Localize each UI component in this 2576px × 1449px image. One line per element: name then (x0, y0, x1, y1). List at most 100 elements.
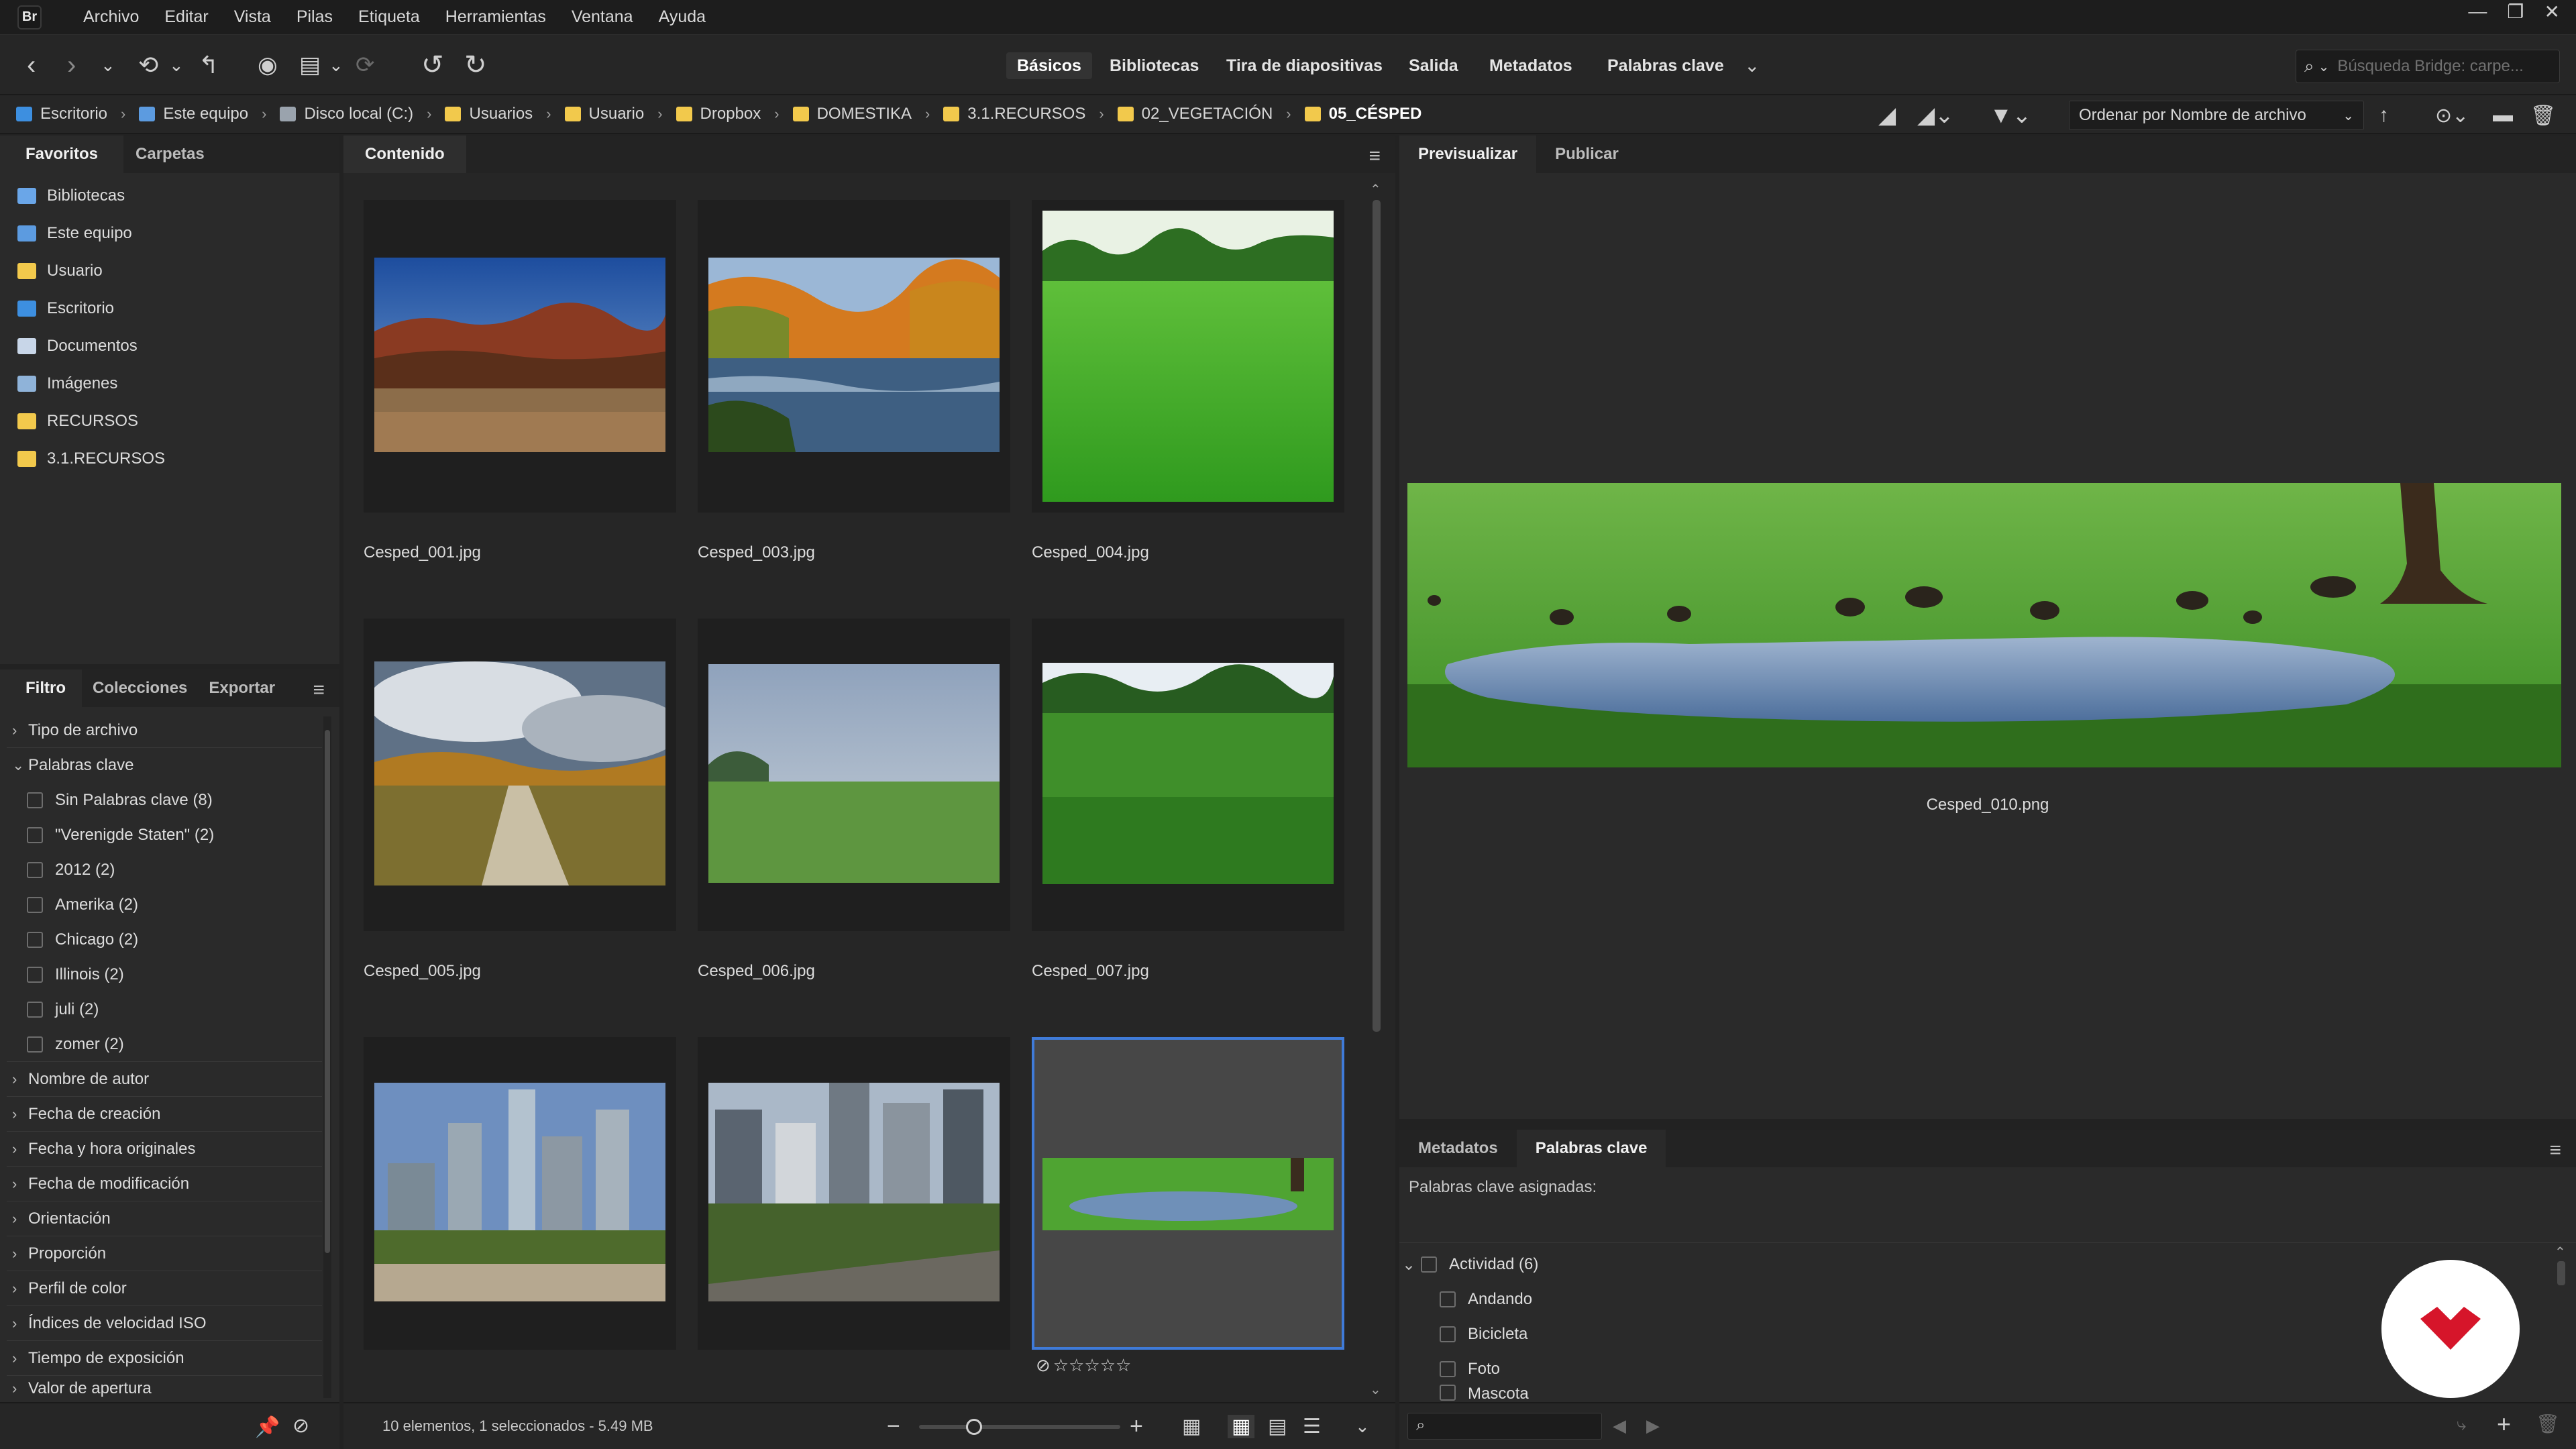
tab-filtro[interactable]: Filtro (0, 669, 82, 707)
grid-lock-icon[interactable]: ▦ (1182, 1415, 1201, 1438)
restore-icon[interactable]: ❐ (2507, 1, 2524, 23)
fav-item-3-1-recursos[interactable]: 3.1.RECURSOS (17, 449, 165, 468)
menu-vista[interactable]: Vista (234, 7, 271, 27)
camera-import-icon[interactable]: ◉ (258, 50, 278, 80)
breadcrumb-cesped[interactable]: 05_CÉSPED (1304, 105, 1421, 123)
thumbnail-card[interactable] (364, 1037, 676, 1350)
thumbnail-card[interactable]: Cesped_003.jpg (698, 200, 1010, 561)
filter-scrollbar[interactable] (323, 716, 331, 1398)
menu-ventana[interactable]: Ventana (572, 7, 633, 27)
thumbnail-card-selected[interactable]: ⊘ ☆☆☆☆☆ (1032, 1037, 1344, 1375)
keyword-group-actividad[interactable]: ⌄ Actividad (6) (1402, 1248, 1538, 1281)
slider-handle[interactable] (966, 1419, 982, 1435)
keyword-filter-item[interactable]: 2012 (2) (27, 853, 115, 887)
view-details-icon[interactable]: ▤ (1268, 1415, 1287, 1438)
chevron-down-icon[interactable]: ⌄ (169, 50, 184, 80)
keyword-item[interactable]: Foto (1440, 1352, 1500, 1386)
checkbox[interactable] (27, 932, 43, 948)
checkbox[interactable] (1440, 1385, 1456, 1401)
scroll-up-icon[interactable]: ⌃ (2555, 1244, 2568, 1260)
keyword-item[interactable]: Andando (1440, 1283, 1532, 1316)
search-input[interactable] (2337, 57, 2539, 76)
rotate-left-icon[interactable]: ↺ (421, 50, 444, 80)
menu-pilas[interactable]: Pilas (297, 7, 333, 27)
breadcrumb-dropbox[interactable]: Dropbox › (676, 105, 793, 123)
tab-colecciones[interactable]: Colecciones (82, 669, 198, 707)
filter-fecha-modificacion[interactable]: › Fecha de modificación (12, 1167, 189, 1201)
rotate-right-icon[interactable]: ↻ (464, 50, 487, 80)
keyword-filter-item[interactable]: "Verenigde Staten" (2) (27, 818, 214, 852)
keyword-filter-item[interactable]: Sin Palabras clave (8) (27, 784, 213, 817)
tab-contenido[interactable]: Contenido (343, 136, 466, 173)
menu-archivo[interactable]: Archivo (83, 7, 139, 27)
menu-ayuda[interactable]: Ayuda (659, 7, 706, 27)
clear-filter-icon[interactable]: ⊘ (292, 1414, 309, 1438)
recent-history-icon[interactable]: ⟲ (138, 50, 158, 80)
add-keyword-icon[interactable]: + (2497, 1410, 2511, 1438)
view-list-icon[interactable]: ☰ (1303, 1415, 1321, 1438)
tab-metadatos[interactable]: Metadatos (1399, 1130, 1517, 1167)
reject-icon[interactable]: ⊘ (1036, 1355, 1051, 1376)
open-recent-icon[interactable]: ⟳ (356, 50, 375, 80)
filter-orientacion[interactable]: › Orientación (12, 1202, 111, 1236)
keyword-filter-item[interactable]: Illinois (2) (27, 958, 124, 991)
breadcrumb-vegetacion[interactable]: 02_VEGETACIÓN › (1117, 105, 1305, 123)
workspace-salida[interactable]: Salida (1398, 52, 1469, 79)
menu-etiqueta[interactable]: Etiqueta (358, 7, 420, 27)
filter-nombre-autor[interactable]: › Nombre de autor (12, 1063, 149, 1096)
zoom-in-icon[interactable]: + (1130, 1413, 1143, 1440)
tab-favoritos[interactable]: Favoritos (0, 136, 124, 173)
scrollbar-thumb[interactable] (2557, 1261, 2565, 1285)
delete-icon[interactable]: 🗑 (2530, 101, 2556, 130)
filter-funnel-icon[interactable]: ▼⌄ (1990, 101, 2031, 130)
delete-keyword-icon[interactable]: 🗑 (2536, 1413, 2560, 1435)
preview-image[interactable] (1407, 483, 2561, 767)
workspace-tira-diapositivas[interactable]: Tira de diapositivas (1216, 52, 1393, 79)
panel-menu-icon[interactable]: ≡ (313, 679, 325, 702)
keyword-filter-item[interactable]: Chicago (2) (27, 923, 138, 957)
tab-palabras-clave[interactable]: Palabras clave (1516, 1130, 1666, 1167)
keyword-item[interactable]: Mascota (1440, 1385, 1529, 1402)
checkbox[interactable] (1440, 1361, 1456, 1377)
pin-icon[interactable]: 📌 (255, 1415, 280, 1439)
breadcrumb-domestika[interactable]: DOMESTIKA › (792, 105, 944, 123)
scrollbar-thumb[interactable] (1373, 200, 1381, 1032)
fav-item-usuario[interactable]: Usuario (17, 262, 103, 280)
thumbnail-card[interactable]: Cesped_004.jpg (1032, 200, 1344, 561)
return-to-app-icon[interactable]: ↰ (199, 50, 219, 80)
thumbnail-size-slider[interactable] (919, 1419, 1120, 1435)
fav-item-recursos[interactable]: RECURSOS (17, 412, 138, 431)
filter-perfil-color[interactable]: › Perfil de color (12, 1272, 127, 1305)
checkbox[interactable] (1421, 1256, 1437, 1273)
keyword-filter-item[interactable]: Amerika (2) (27, 888, 138, 922)
workspace-palabras-clave[interactable]: Palabras clave (1597, 52, 1735, 79)
thumbnail-card[interactable]: Cesped_001.jpg (364, 200, 676, 561)
refine-icon[interactable]: ▤ (299, 50, 321, 80)
checkbox[interactable] (27, 1036, 43, 1053)
filter-valor-apertura[interactable]: › Valor de apertura (12, 1375, 152, 1402)
scroll-down-icon[interactable]: ⌄ (1370, 1381, 1381, 1398)
filter-fecha-creacion[interactable]: › Fecha de creación (12, 1097, 160, 1131)
back-icon[interactable]: ‹ (27, 50, 36, 80)
rating-stars[interactable]: ☆☆☆☆☆ (1053, 1355, 1132, 1376)
workspace-basicos[interactable]: Básicos (1006, 52, 1092, 79)
tab-previsualizar[interactable]: Previsualizar (1399, 136, 1537, 173)
workspace-bibliotecas[interactable]: Bibliotecas (1099, 52, 1210, 79)
checkbox[interactable] (27, 827, 43, 843)
fav-item-documentos[interactable]: Documentos (17, 337, 138, 356)
checkbox[interactable] (27, 862, 43, 878)
checkbox[interactable] (1440, 1326, 1456, 1342)
filter-proporcion[interactable]: › Proporción (12, 1237, 106, 1271)
next-icon[interactable]: ▶ (1646, 1415, 1660, 1436)
open-recent-file-icon[interactable]: ⊙⌄ (2435, 101, 2469, 130)
checkbox[interactable] (27, 897, 43, 913)
more-workspaces-chevron-icon[interactable]: ⌄ (1744, 50, 1760, 80)
chevron-down-icon[interactable]: ⌄ (101, 50, 115, 80)
minimize-icon[interactable]: — (2468, 1, 2487, 22)
breadcrumb-este-equipo[interactable]: Este equipo › (139, 105, 280, 123)
fav-item-imagenes[interactable]: Imágenes (17, 374, 117, 393)
breadcrumb-escritorio[interactable]: Escritorio › (16, 105, 139, 123)
keyword-search-field[interactable]: ⌕ (1407, 1413, 1602, 1440)
fav-item-bibliotecas[interactable]: Bibliotecas (17, 186, 125, 205)
thumbnail-quality-icon[interactable]: ◢⌄ (1917, 101, 1954, 130)
